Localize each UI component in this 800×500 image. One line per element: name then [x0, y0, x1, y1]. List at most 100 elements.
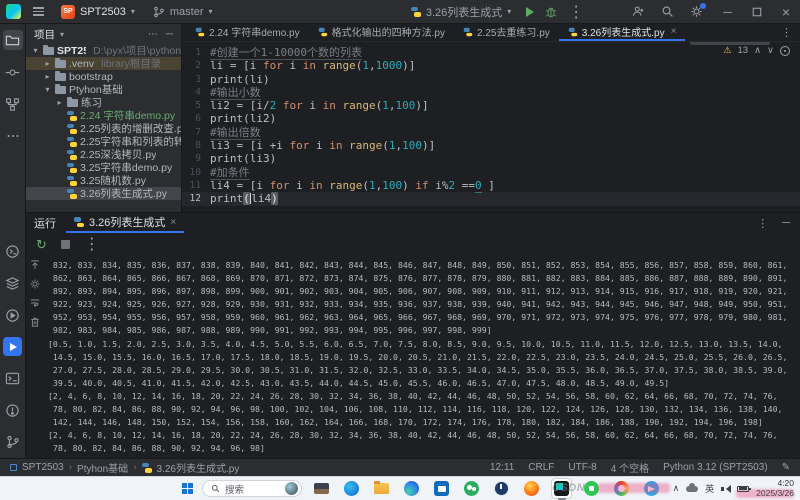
- code-editor[interactable]: ⚠ 13 ∧ ∨ 1#创建一个1-10000个数的列表2li = [i for …: [182, 42, 800, 212]
- taskbar-search[interactable]: 搜索: [202, 480, 302, 497]
- run-config-selector[interactable]: 3.26列表生成式 ▾: [406, 2, 516, 22]
- status-item[interactable]: Python 3.12 (SPT2503): [663, 462, 768, 473]
- inspections-widget[interactable]: ⚠ 13 ∧ ∨: [723, 45, 790, 56]
- structure-toolwindow-button[interactable]: [3, 94, 23, 114]
- copilot-icon[interactable]: [341, 478, 362, 499]
- project-panel-header[interactable]: 项目 ▾ ⋯ ─: [26, 24, 181, 44]
- code-line[interactable]: 5li2 = [i/2 for i in range(1,100)]: [182, 99, 800, 112]
- editor-tab[interactable]: 2.25去重练习.py: [454, 24, 559, 41]
- scroll-to-top-icon[interactable]: [29, 259, 41, 271]
- code-line[interactable]: 4#输出小数: [182, 86, 800, 99]
- close-button[interactable]: ×: [778, 4, 794, 20]
- chevron-icon[interactable]: ▸: [43, 59, 52, 68]
- tree-item[interactable]: 2.25深浅拷贝.py: [26, 148, 181, 161]
- status-item[interactable]: UTF-8: [568, 462, 596, 473]
- close-icon[interactable]: ×: [671, 26, 677, 37]
- branch-widget[interactable]: master ▾: [148, 4, 218, 20]
- main-menu-icon[interactable]: [29, 4, 48, 18]
- chevron-icon[interactable]: ▸: [43, 72, 52, 81]
- volume-icon[interactable]: [721, 485, 730, 493]
- more-run-actions-icon[interactable]: ⋮: [568, 2, 584, 22]
- readonly-toggle-icon[interactable]: ✎: [782, 462, 790, 473]
- code-line[interactable]: 10#加条件: [182, 166, 800, 179]
- tree-item[interactable]: 2.25字符串和列表的转换.py: [26, 135, 181, 148]
- code-line[interactable]: 2li = [i for i in range(1,1000)]: [182, 59, 800, 72]
- close-icon[interactable]: ×: [170, 217, 176, 228]
- tree-item[interactable]: 2.24 字符串demo.py: [26, 109, 181, 122]
- rerun-button[interactable]: ↻: [36, 238, 47, 251]
- code-line[interactable]: 3print(li): [182, 73, 800, 86]
- more-toolwindows-button[interactable]: [3, 126, 23, 146]
- run-button[interactable]: [526, 7, 534, 17]
- breadcrumb-item[interactable]: SPT2503: [22, 462, 64, 473]
- editor-tab[interactable]: 3.26列表生成式.py×: [559, 24, 686, 41]
- maximize-button[interactable]: [752, 7, 762, 17]
- status-item[interactable]: 4 个空格: [611, 460, 649, 475]
- code-line[interactable]: 7#输出倍数: [182, 126, 800, 139]
- terminal-toolwindow-button[interactable]: [3, 368, 23, 388]
- code-line[interactable]: 11li4 = [i for i in range(1,100) if i%2 …: [182, 179, 800, 192]
- code-line[interactable]: 8li3 = [i +i for i in range(1,100)]: [182, 139, 800, 152]
- code-line[interactable]: 12print(li4): [182, 192, 800, 205]
- settings-button[interactable]: [690, 5, 703, 18]
- tree-item[interactable]: 3.26列表生成式.py: [26, 187, 181, 200]
- tree-item[interactable]: 3.25随机数.py: [26, 174, 181, 187]
- services-toolwindow-button[interactable]: [3, 305, 23, 325]
- tray-chevron-icon[interactable]: ∧: [673, 483, 680, 494]
- tree-item[interactable]: ▸bootstrap: [26, 70, 181, 83]
- browser-ring-icon[interactable]: [611, 478, 632, 499]
- tree-item[interactable]: ▸练习: [26, 96, 181, 109]
- wechat-icon[interactable]: [461, 478, 482, 499]
- code-with-me-icon[interactable]: [632, 5, 645, 18]
- editor-tab[interactable]: 格式化输出的四种方法.py: [309, 24, 454, 41]
- start-button[interactable]: [182, 483, 193, 494]
- clock-widget[interactable]: 4:20 2025/3/26: [756, 479, 794, 499]
- onedrive-icon[interactable]: [686, 486, 698, 492]
- problems-toolwindow-button[interactable]: [3, 400, 23, 420]
- blue-app-icon[interactable]: [641, 478, 662, 499]
- battery-icon[interactable]: [737, 486, 749, 492]
- panel-more-icon[interactable]: ⋯: [148, 29, 158, 40]
- stop-button[interactable]: [61, 240, 70, 249]
- settings-gear-icon[interactable]: [29, 278, 41, 290]
- minimize-button[interactable]: ─: [719, 5, 736, 19]
- panel-hide-icon[interactable]: ─: [166, 29, 173, 40]
- firefox-icon[interactable]: [521, 478, 542, 499]
- store-icon[interactable]: [431, 478, 452, 499]
- project-toolwindow-button[interactable]: [3, 30, 23, 50]
- project-widget[interactable]: SP SPT2503 ▾: [56, 3, 140, 21]
- chevron-icon[interactable]: ▸: [55, 98, 64, 107]
- packages-toolwindow-button[interactable]: [3, 273, 23, 293]
- tree-item[interactable]: 3.25字符串demo.py: [26, 161, 181, 174]
- tree-item[interactable]: ▾SPT2503D:\pyx\项目\python\myflaskp: [26, 44, 181, 57]
- run-toolwindow-button-active[interactable]: [3, 337, 22, 356]
- chevron-icon[interactable]: ▾: [31, 46, 40, 55]
- editor-tab[interactable]: 2.24 字符串demo.py: [186, 24, 309, 41]
- run-tab[interactable]: 3.26列表生成式 ×: [66, 213, 184, 233]
- soft-wrap-icon[interactable]: [29, 297, 41, 309]
- code-line[interactable]: 1#创建一个1-10000个数的列表: [182, 46, 800, 59]
- vcs-toolwindow-button[interactable]: [3, 432, 23, 452]
- input-method-indicator[interactable]: 英: [705, 482, 714, 495]
- task-view-icon[interactable]: [311, 478, 332, 499]
- search-icon[interactable]: [661, 5, 674, 18]
- breadcrumb-item[interactable]: 3.26列表生成式.py: [157, 460, 240, 475]
- clear-all-icon[interactable]: [29, 316, 41, 328]
- tab-list-icon[interactable]: ⋮: [773, 24, 800, 41]
- python-console-toolwindow-button[interactable]: [3, 241, 23, 261]
- tree-item[interactable]: ▾Ptyhon基础: [26, 83, 181, 96]
- panel-more-icon[interactable]: ⋮: [757, 217, 768, 230]
- prev-problem-icon[interactable]: ∧: [754, 45, 761, 56]
- clock-app-icon[interactable]: [491, 478, 512, 499]
- run-console[interactable]: 832, 833, 834, 835, 836, 837, 838, 839, …: [26, 255, 800, 458]
- run-toolbar-more-icon[interactable]: ⋮: [84, 234, 100, 254]
- edge-icon[interactable]: [401, 478, 422, 499]
- chevron-icon[interactable]: ▾: [43, 85, 52, 94]
- commit-toolwindow-button[interactable]: [3, 62, 23, 82]
- debug-button[interactable]: [544, 5, 558, 19]
- inspection-settings-icon[interactable]: [780, 46, 790, 56]
- tree-item[interactable]: ▸.venvlibrary根目录: [26, 57, 181, 70]
- panel-hide-icon[interactable]: ─: [782, 217, 790, 230]
- status-item[interactable]: 12:11: [490, 462, 514, 473]
- next-problem-icon[interactable]: ∨: [767, 45, 774, 56]
